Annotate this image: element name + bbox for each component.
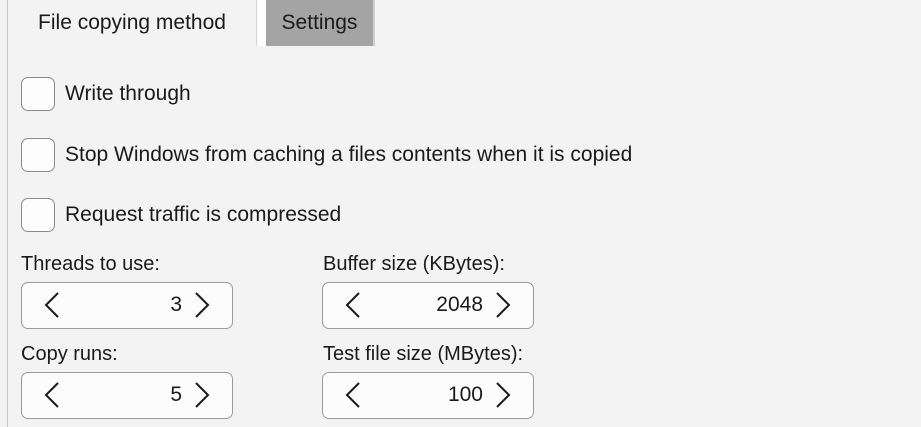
stop-caching-checkbox[interactable]	[21, 138, 55, 172]
chevron-left-icon[interactable]	[34, 283, 70, 327]
threads-label: Threads to use:	[21, 253, 160, 275]
settings-panel: File copying method Settings Write throu…	[0, 0, 921, 427]
stop-caching-option[interactable]: Stop Windows from caching a files conten…	[21, 136, 632, 174]
compressed-option[interactable]: Request traffic is compressed	[21, 196, 341, 234]
copy-runs-value[interactable]: 5	[170, 373, 182, 417]
threads-value[interactable]: 3	[170, 283, 182, 327]
copy-runs-label: Copy runs:	[21, 343, 118, 365]
buffer-size-label: Buffer size (KBytes):	[323, 253, 505, 275]
write-through-label: Write through	[65, 82, 191, 105]
buffer-size-value[interactable]: 2048	[436, 283, 483, 327]
chevron-right-icon[interactable]	[184, 373, 220, 417]
tab-divider	[257, 0, 266, 46]
test-file-size-stepper[interactable]: 100	[322, 372, 534, 419]
tab-settings[interactable]: Settings	[266, 0, 375, 46]
test-file-size-value[interactable]: 100	[448, 373, 483, 417]
buffer-size-stepper[interactable]: 2048	[322, 282, 534, 329]
tab-file-copying-method[interactable]: File copying method	[8, 0, 257, 46]
threads-stepper[interactable]: 3	[21, 282, 233, 329]
chevron-left-icon[interactable]	[335, 373, 371, 417]
stop-caching-label: Stop Windows from caching a files conten…	[65, 143, 633, 166]
copy-runs-stepper[interactable]: 5	[21, 372, 233, 419]
write-through-option[interactable]: Write through	[21, 75, 191, 113]
chevron-right-icon[interactable]	[485, 283, 521, 327]
chevron-right-icon[interactable]	[485, 373, 521, 417]
write-through-checkbox[interactable]	[21, 77, 55, 111]
compressed-checkbox[interactable]	[21, 198, 55, 232]
test-file-size-label: Test file size (MBytes):	[323, 343, 524, 365]
chevron-right-icon[interactable]	[184, 283, 220, 327]
chevron-left-icon[interactable]	[335, 283, 371, 327]
chevron-left-icon[interactable]	[34, 373, 70, 417]
compressed-label: Request traffic is compressed	[65, 203, 342, 226]
panel-border	[7, 0, 8, 427]
tab-strip: File copying method Settings	[8, 0, 375, 46]
